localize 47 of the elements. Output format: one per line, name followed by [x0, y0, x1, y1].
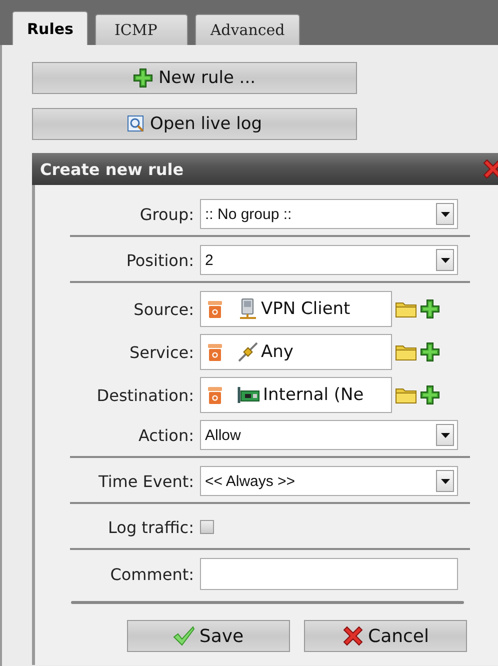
plus-icon: [133, 68, 154, 88]
comment-field[interactable]: [200, 558, 458, 590]
jar-icon: [207, 342, 223, 362]
caret-icon: [440, 432, 450, 438]
dropdown-field[interactable]: 2: [200, 245, 458, 275]
folder-icon: [395, 386, 417, 404]
close-icon: [482, 158, 498, 180]
checkbox[interactable]: [200, 520, 214, 534]
add-icon: [420, 299, 440, 319]
object-field[interactable]: Internal (Ne: [200, 377, 392, 413]
field-label: Destination:: [96, 386, 194, 404]
dialog-title: Create new rule: [40, 160, 184, 178]
field-label: Action:: [138, 426, 194, 444]
cross-icon: [342, 625, 364, 647]
magnifier-icon: [126, 115, 145, 133]
save-button[interactable]: Save: [127, 620, 290, 652]
field-label: Time Event:: [98, 472, 194, 490]
folder-icon: [395, 343, 417, 361]
field-label: Log traffic:: [107, 518, 194, 536]
tab[interactable]: ICMP: [95, 14, 188, 45]
folder-icon: [395, 300, 417, 318]
field-label: Group:: [138, 204, 194, 224]
jar-icon: [207, 385, 223, 405]
dropdown-field[interactable]: Allow: [200, 420, 458, 450]
jar-icon: [207, 299, 223, 319]
open-live-log-button[interactable]: Open live log: [32, 108, 357, 140]
cancel-button[interactable]: Cancel: [304, 620, 467, 652]
dropdown-field[interactable]: :: No group ::: [200, 199, 458, 229]
field-label: Source:: [132, 300, 194, 318]
caret-icon: [440, 212, 450, 216]
field-label: Service:: [128, 342, 194, 362]
field-label: Position:: [125, 250, 194, 270]
network-card-icon: [237, 385, 261, 405]
object-field[interactable]: Any: [200, 334, 392, 370]
field-label: Comment:: [109, 564, 194, 584]
tab[interactable]: Rules: [12, 11, 88, 45]
cable-icon: [237, 341, 259, 363]
dropdown-field[interactable]: << Always >>: [200, 466, 458, 496]
caret-icon: [440, 478, 450, 484]
tab[interactable]: Advanced: [195, 14, 300, 45]
computer-icon: [237, 298, 259, 320]
new-rule-button[interactable]: New rule ...: [32, 62, 357, 94]
checkmark-icon: [173, 626, 196, 646]
caret-icon: [440, 258, 450, 262]
add-icon: [420, 385, 440, 405]
object-field[interactable]: VPN Client: [200, 291, 392, 327]
add-icon: [420, 342, 440, 362]
